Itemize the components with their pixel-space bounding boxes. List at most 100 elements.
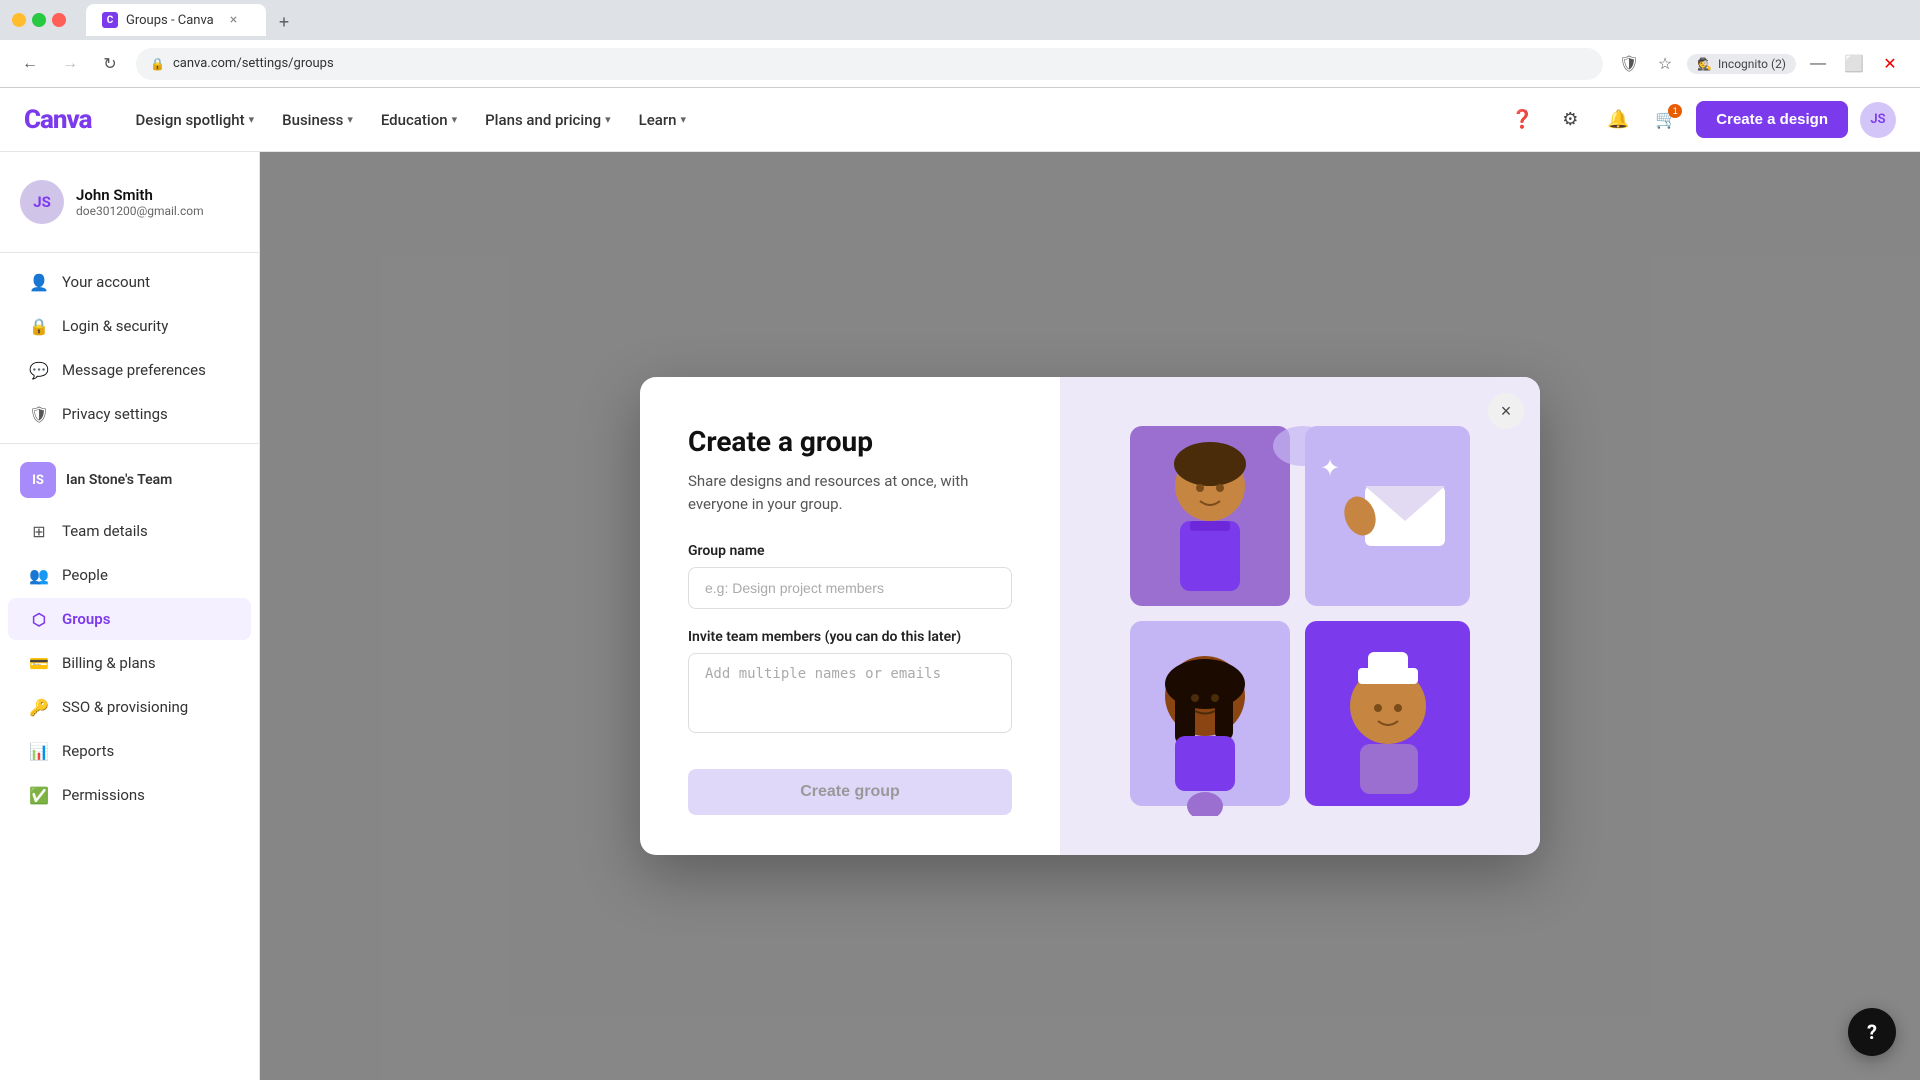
- sidebar-sso-label: SSO & provisioning: [62, 698, 188, 716]
- sidebar-user-name: John Smith: [76, 186, 204, 204]
- incognito-icon: 🕵: [1697, 57, 1712, 71]
- notifications-button[interactable]: 🔔: [1600, 102, 1636, 138]
- group-name-input[interactable]: [688, 567, 1012, 609]
- group-name-label: Group name: [688, 543, 1012, 559]
- modal-overlay[interactable]: × Create a group Share designs and resou…: [260, 152, 1920, 1080]
- nav-business[interactable]: Business ▾: [270, 103, 365, 137]
- sso-icon: 🔑: [28, 696, 50, 718]
- billing-icon: 💳: [28, 652, 50, 674]
- sidebar-item-reports[interactable]: 📊 Reports: [8, 730, 251, 772]
- sidebar-user-avatar: JS: [20, 180, 64, 224]
- sidebar-user-info: John Smith doe301200@gmail.com: [76, 186, 204, 218]
- topnav-right: ❓ ⚙ 🔔 🛒 1 Create a design JS: [1504, 101, 1896, 138]
- sidebar-item-your-account[interactable]: 👤 Your account: [8, 261, 251, 303]
- new-tab-button[interactable]: +: [270, 8, 298, 36]
- help-fab[interactable]: ?: [1848, 1008, 1896, 1056]
- create-group-button[interactable]: Create group: [688, 769, 1012, 815]
- main-layout: JS John Smith doe301200@gmail.com 👤 Your…: [0, 152, 1920, 1080]
- modal-description: Share designs and resources at once, wit…: [688, 470, 1012, 515]
- reports-icon: 📊: [28, 740, 50, 762]
- sidebar-item-people[interactable]: 👥 People: [8, 554, 251, 596]
- browser-minimize[interactable]: [12, 13, 26, 27]
- tab-favicon: C: [102, 12, 118, 28]
- chevron-down-icon: ▾: [605, 113, 611, 126]
- browser-close[interactable]: [52, 13, 66, 27]
- chevron-down-icon: ▾: [452, 113, 458, 126]
- nav-learn-label: Learn: [639, 111, 677, 129]
- grid-icon: ⊞: [28, 520, 50, 542]
- invite-label: Invite team members (you can do this lat…: [688, 629, 1012, 645]
- modal-left: Create a group Share designs and resourc…: [640, 377, 1060, 855]
- group-name-field: Group name: [688, 543, 1012, 609]
- reload-button[interactable]: ↻: [96, 50, 124, 78]
- browser-chrome: C Groups - Canva × + ← → ↻ 🔒 canva.com/s…: [0, 0, 1920, 88]
- shield-icon: 🛡: [28, 403, 50, 425]
- sidebar-item-privacy-settings[interactable]: 🛡 Privacy settings: [8, 393, 251, 435]
- nav-education-label: Education: [381, 111, 448, 129]
- puzzle-svg: ✦ ✦: [1120, 416, 1480, 816]
- canva-logo[interactable]: Canva: [24, 105, 92, 135]
- forward-button[interactable]: →: [56, 50, 84, 78]
- cart-button[interactable]: 🛒 1: [1648, 102, 1684, 138]
- sidebar-item-groups[interactable]: ⬡ Groups: [8, 598, 251, 640]
- url-text: canva.com/settings/groups: [173, 56, 334, 71]
- team-avatar: IS: [20, 462, 56, 498]
- nav-plans-pricing[interactable]: Plans and pricing ▾: [473, 103, 623, 137]
- sidebar-message-prefs-label: Message preferences: [62, 361, 206, 379]
- create-group-modal: × Create a group Share designs and resou…: [640, 377, 1540, 855]
- sidebar-groups-label: Groups: [62, 610, 110, 628]
- incognito-badge[interactable]: 🕵 Incognito (2): [1687, 54, 1796, 74]
- browser-titlebar: C Groups - Canva × +: [0, 0, 1920, 40]
- settings-button[interactable]: ⚙: [1552, 102, 1588, 138]
- sidebar-reports-label: Reports: [62, 742, 114, 760]
- back-button[interactable]: ←: [16, 50, 44, 78]
- nav-plans-label: Plans and pricing: [485, 111, 601, 129]
- sidebar-divider-2: [0, 443, 259, 444]
- browser-close-window[interactable]: ✕: [1876, 50, 1904, 78]
- sidebar-your-account-label: Your account: [62, 273, 150, 291]
- people-icon: 👥: [28, 564, 50, 586]
- sidebar-divider-1: [0, 252, 259, 253]
- nav-education[interactable]: Education ▾: [369, 103, 469, 137]
- nav-design-spotlight[interactable]: Design spotlight ▾: [124, 103, 267, 137]
- sidebar-item-permissions[interactable]: ✅ Permissions: [8, 774, 251, 816]
- sidebar-team-details-label: Team details: [62, 522, 148, 540]
- incognito-label: Incognito (2): [1718, 57, 1786, 71]
- invite-members-field: Invite team members (you can do this lat…: [688, 629, 1012, 737]
- browser-maximize[interactable]: [32, 13, 46, 27]
- nav-learn[interactable]: Learn ▾: [627, 103, 698, 137]
- sidebar-item-message-preferences[interactable]: 💬 Message preferences: [8, 349, 251, 391]
- create-group-label: Create group: [800, 783, 900, 800]
- browser-minimize-window[interactable]: —: [1804, 50, 1832, 78]
- address-bar[interactable]: 🔒 canva.com/settings/groups: [136, 48, 1603, 80]
- team-name: Ian Stone's Team: [66, 472, 172, 488]
- content-area: × Create a group Share designs and resou…: [260, 152, 1920, 1080]
- create-design-button[interactable]: Create a design: [1696, 101, 1848, 138]
- person-icon: 👤: [28, 271, 50, 293]
- sidebar-privacy-label: Privacy settings: [62, 405, 168, 423]
- modal-close-button[interactable]: ×: [1488, 393, 1524, 429]
- groups-icon: ⬡: [28, 608, 50, 630]
- tab-close-icon[interactable]: ×: [230, 12, 237, 28]
- chevron-down-icon: ▾: [680, 113, 686, 126]
- tab-title: Groups - Canva: [126, 13, 214, 28]
- browser-restore[interactable]: ⬜: [1840, 50, 1868, 78]
- sidebar-item-login-security[interactable]: 🔒 Login & security: [8, 305, 251, 347]
- create-design-label: Create a design: [1716, 111, 1828, 128]
- bookmark-button[interactable]: ☆: [1651, 50, 1679, 78]
- sidebar-item-sso-provisioning[interactable]: 🔑 SSO & provisioning: [8, 686, 251, 728]
- user-avatar[interactable]: JS: [1860, 102, 1896, 138]
- puzzle-illustration: ✦ ✦: [1120, 416, 1480, 816]
- chevron-down-icon: ▾: [249, 113, 255, 126]
- invite-textarea[interactable]: [688, 653, 1012, 733]
- team-header: IS Ian Stone's Team: [0, 452, 259, 508]
- sidebar-item-team-details[interactable]: ⊞ Team details: [8, 510, 251, 552]
- page: Canva Design spotlight ▾ Business ▾ Educ…: [0, 88, 1920, 1080]
- help-button[interactable]: ❓: [1504, 102, 1540, 138]
- sidebar-item-billing-plans[interactable]: 💳 Billing & plans: [8, 642, 251, 684]
- shield-extension-button[interactable]: 🛡: [1615, 50, 1643, 78]
- lock-icon: 🔒: [150, 57, 165, 71]
- cart-badge: 1: [1668, 104, 1682, 118]
- message-icon: 💬: [28, 359, 50, 381]
- browser-tab[interactable]: C Groups - Canva ×: [86, 4, 266, 36]
